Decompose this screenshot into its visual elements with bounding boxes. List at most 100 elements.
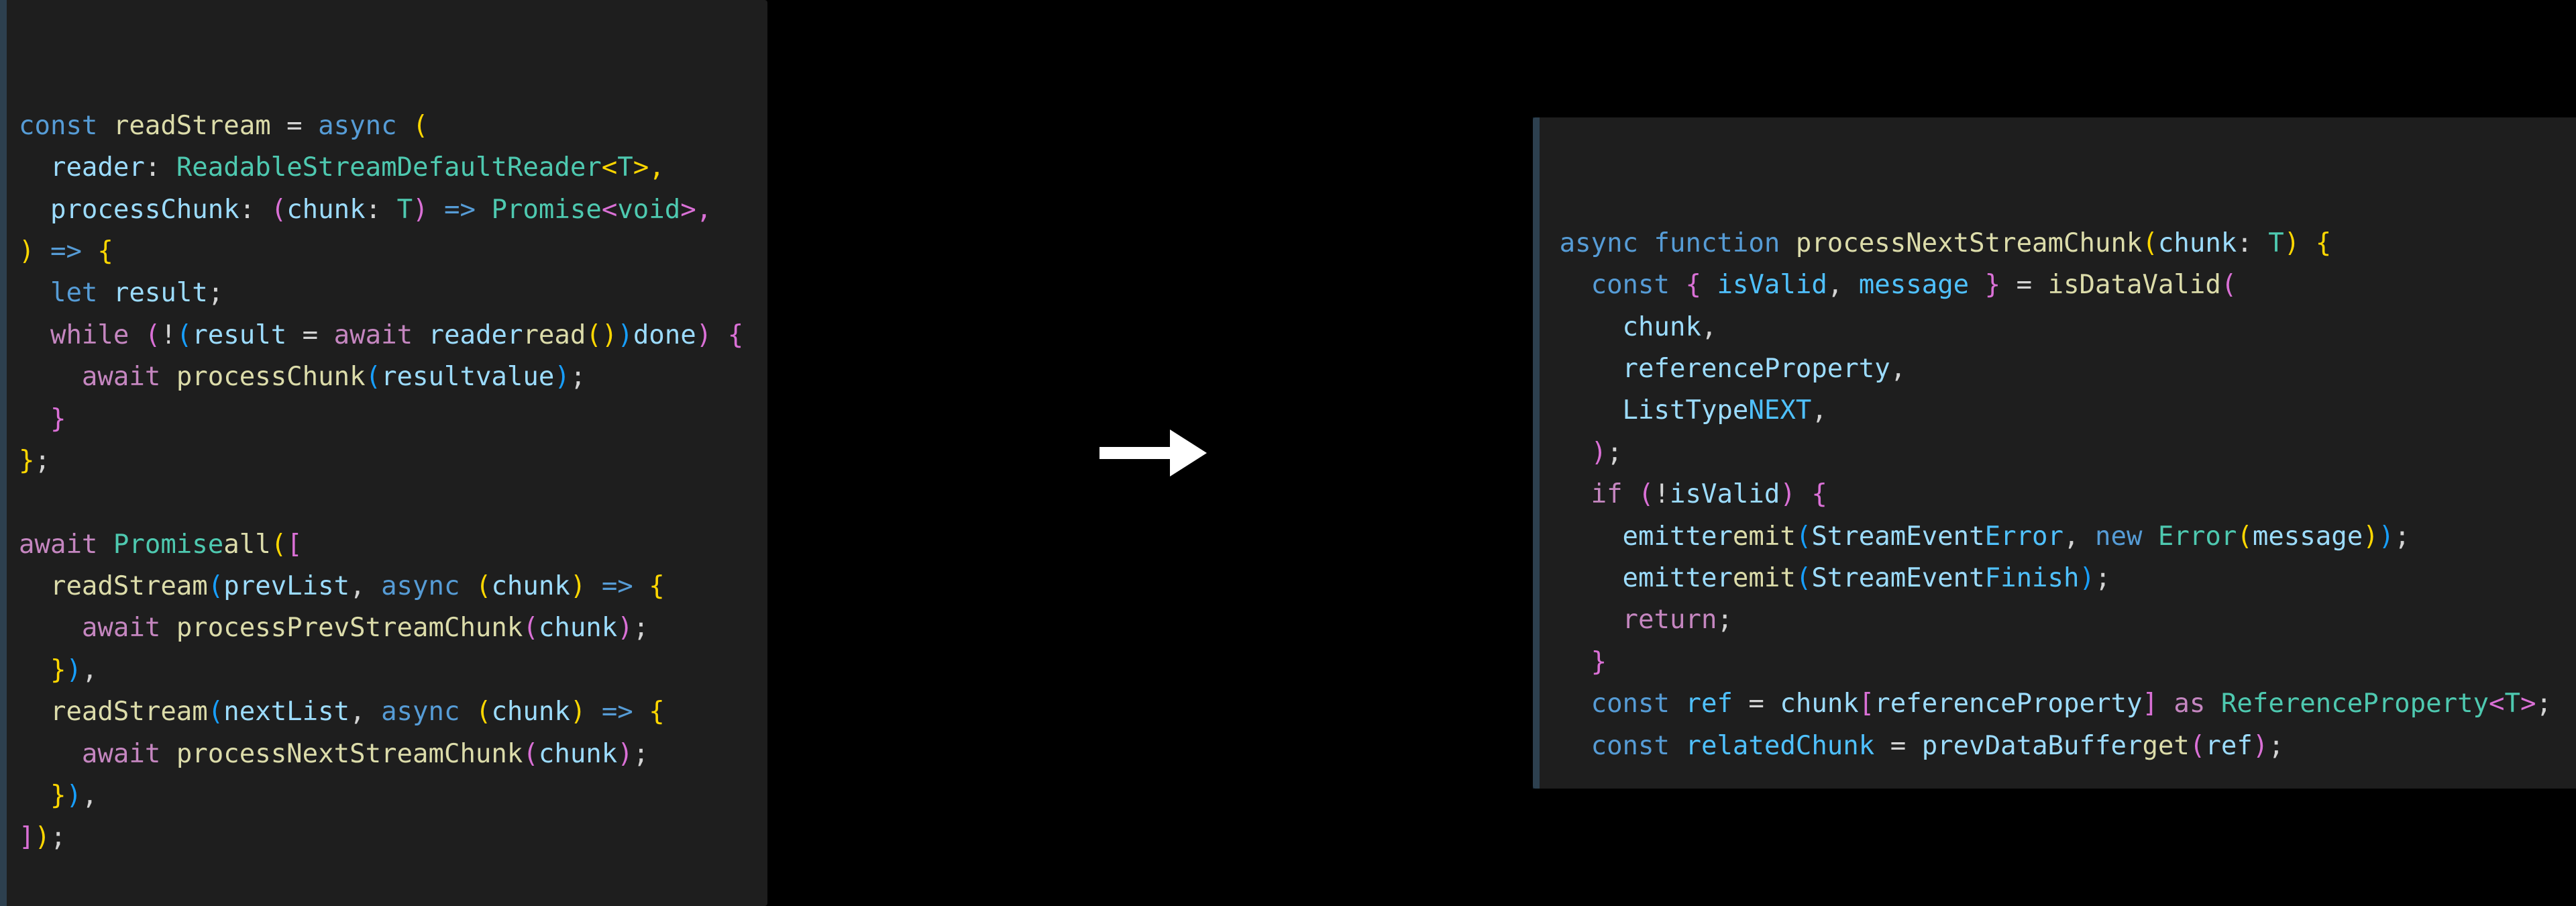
- fn-call: processNextStreamChunk: [176, 739, 523, 769]
- arg: chunk: [539, 739, 617, 769]
- kw-function: function: [1654, 228, 1780, 258]
- brace: {: [728, 320, 743, 350]
- bracket: [: [286, 530, 302, 560]
- enum-member: Finish: [1985, 563, 2080, 593]
- fn-call: isDataValid: [2048, 270, 2221, 300]
- fn-call: processChunk: [176, 362, 366, 392]
- code-line: reader: ReadableStreamDefaultReader<T>,: [19, 152, 665, 183]
- kw-await: await: [19, 530, 97, 560]
- kw-const: const: [19, 111, 97, 141]
- colon: :: [239, 195, 271, 225]
- paren: ): [413, 195, 428, 225]
- semi: ;: [1717, 605, 1732, 635]
- colon: :: [366, 195, 397, 225]
- method: get: [2142, 731, 2189, 761]
- op-eq: =: [2000, 270, 2047, 300]
- kw-new: new: [2095, 521, 2142, 552]
- identifier: referenceProperty: [1874, 689, 2142, 719]
- semi: ;: [633, 739, 649, 769]
- param: reader: [50, 152, 145, 183]
- kw-await: await: [82, 613, 160, 643]
- code-line: referenceProperty,: [1560, 354, 1907, 384]
- brace: {: [649, 571, 664, 601]
- arrow: =>: [429, 195, 492, 225]
- fn-call: readStream: [50, 697, 208, 727]
- code-line: }),: [19, 781, 97, 811]
- enum-member: NEXT: [1748, 395, 1811, 425]
- paren: (: [2221, 270, 2237, 300]
- kw-as: as: [2174, 689, 2205, 719]
- arrow: =>: [586, 571, 649, 601]
- paren: ): [2284, 228, 2300, 258]
- code-line: };: [19, 446, 50, 476]
- param: chunk: [286, 195, 365, 225]
- code-line: emitteremit(StreamEventError, new Error(…: [1560, 521, 2410, 552]
- identifier: result: [192, 320, 286, 350]
- code-line: const relatedChunk = prevDataBufferget(r…: [1560, 731, 2284, 761]
- semi: ;: [34, 446, 50, 476]
- brace: {: [649, 697, 664, 727]
- comma: ,: [1890, 354, 1906, 384]
- brace: }: [50, 404, 66, 434]
- comma: ,: [82, 781, 97, 811]
- code-line: return;: [1560, 605, 1733, 635]
- identifier: emitter: [1623, 521, 1733, 552]
- op-not: !: [1654, 479, 1670, 509]
- semi: ;: [570, 362, 586, 392]
- kw-let: let: [50, 278, 97, 308]
- code-line: const ref = chunk[referenceProperty] as …: [1560, 689, 2552, 719]
- paren-open: (: [397, 111, 429, 141]
- code-line: while (!(result = await readerread())don…: [19, 320, 743, 350]
- semi: ;: [2268, 731, 2284, 761]
- colon: :: [2237, 228, 2268, 258]
- identifier: message: [1859, 270, 1969, 300]
- paren: (: [271, 195, 286, 225]
- method: all: [223, 530, 270, 560]
- paren: ): [2379, 521, 2394, 552]
- angle: >: [2520, 689, 2536, 719]
- code-line: ListTypeNEXT,: [1560, 395, 1827, 425]
- paren: (: [523, 613, 538, 643]
- method: read: [523, 320, 586, 350]
- code-line: async function processNextStreamChunk(ch…: [1560, 228, 2332, 258]
- bracket: ]: [19, 822, 34, 852]
- type: Promise: [113, 530, 223, 560]
- paren: (: [1796, 521, 1811, 552]
- prop: value: [476, 362, 554, 392]
- paren: (: [271, 530, 286, 560]
- paren: ): [66, 781, 81, 811]
- kw-const: const: [1591, 270, 1670, 300]
- fn-name: processNextStreamChunk: [1796, 228, 2143, 258]
- paren: ): [554, 362, 570, 392]
- colon: :: [145, 152, 176, 183]
- brace: {: [2316, 228, 2331, 258]
- brace: {: [1685, 270, 1701, 300]
- code-line: await processPrevStreamChunk(chunk);: [19, 613, 649, 643]
- paren: ): [2363, 521, 2378, 552]
- paren: (: [2190, 731, 2205, 761]
- paren: ): [617, 320, 633, 350]
- paren: (: [2237, 521, 2252, 552]
- semi: ;: [2536, 689, 2552, 719]
- type: T: [2268, 228, 2284, 258]
- code-line: );: [1560, 438, 1623, 468]
- kw-await: await: [82, 362, 160, 392]
- paren: (: [208, 697, 223, 727]
- code-line: await processNextStreamChunk(chunk);: [19, 739, 649, 769]
- bracket: [: [1859, 689, 1874, 719]
- paren: (: [366, 362, 381, 392]
- type-ref: StreamEvent: [1811, 521, 1984, 552]
- code-line: const readStream = async (: [19, 111, 429, 141]
- param: chunk: [491, 571, 570, 601]
- param: chunk: [491, 697, 570, 727]
- code-line: ]);: [19, 822, 66, 852]
- semi: ;: [633, 613, 649, 643]
- gutter-highlight: [1533, 117, 1540, 789]
- brace: }: [19, 446, 34, 476]
- paren: ): [2080, 563, 2095, 593]
- identifier: chunk: [1780, 689, 1858, 719]
- kw-const: const: [1591, 689, 1670, 719]
- comma: ,: [1811, 395, 1827, 425]
- paren: ): [1591, 438, 1607, 468]
- type: void: [617, 195, 680, 225]
